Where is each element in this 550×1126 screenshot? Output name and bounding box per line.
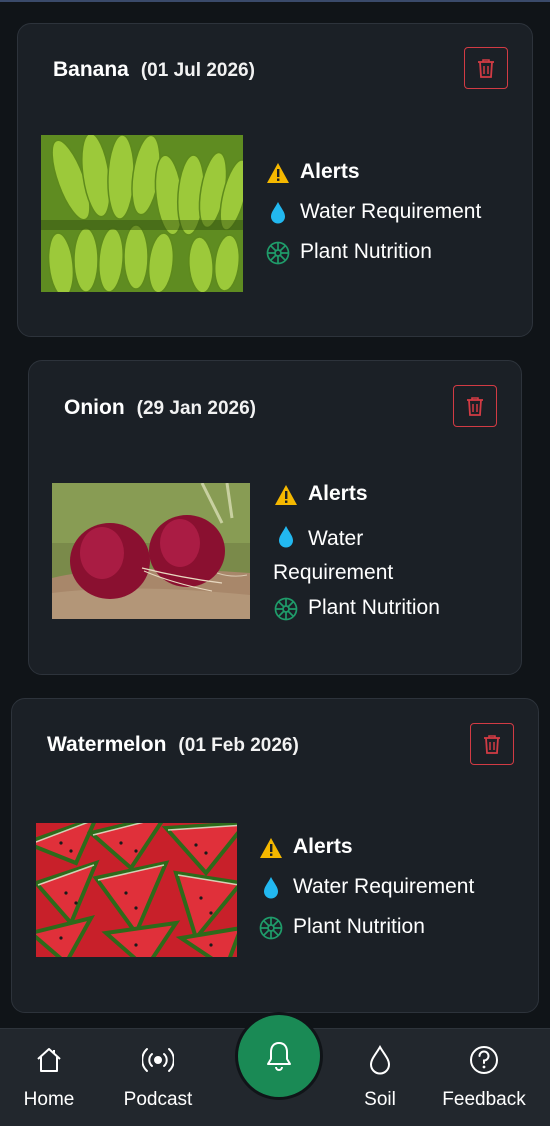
nav-feedback-label: Feedback <box>442 1089 526 1110</box>
trash-icon <box>484 735 500 754</box>
crop-card-banana[interactable]: Banana (01 Jul 2026) Alerts Water Requir… <box>17 23 533 337</box>
crop-name: Watermelon <box>47 733 167 756</box>
trash-icon <box>478 59 494 78</box>
water-drop-icon <box>273 524 299 550</box>
top-divider <box>0 0 550 2</box>
crop-date: (29 Jan 2026) <box>136 398 257 419</box>
podcast-icon <box>141 1043 175 1077</box>
plant-nutrition-link[interactable]: Plant Nutrition <box>273 596 440 622</box>
help-icon <box>467 1043 501 1077</box>
delete-button[interactable] <box>453 385 497 427</box>
plant-nutrition-link[interactable]: Plant Nutrition <box>258 915 425 941</box>
crop-date: (01 Jul 2026) <box>140 60 255 81</box>
trash-icon <box>467 397 483 416</box>
crop-date: (01 Feb 2026) <box>178 735 299 756</box>
water-drop-icon <box>258 875 284 901</box>
nutrition-flower-icon <box>273 596 299 622</box>
crop-name: Onion <box>64 396 125 419</box>
banana-photo <box>41 135 243 292</box>
delete-button[interactable] <box>464 47 508 89</box>
watermelon-photo <box>36 823 237 957</box>
plant-nutrition-label: Plant Nutrition <box>293 915 425 938</box>
warning-icon <box>258 835 284 861</box>
plant-nutrition-label: Plant Nutrition <box>308 596 440 619</box>
crop-card-watermelon[interactable]: Watermelon (01 Feb 2026) Alerts Water Re… <box>11 698 539 1013</box>
alerts-label: Alerts <box>300 160 360 183</box>
crop-title: Onion (29 Jan 2026) <box>64 396 256 420</box>
water-requirement-label: Water Requirement <box>293 875 475 898</box>
crop-name: Banana <box>53 58 129 81</box>
nav-podcast-label: Podcast <box>123 1089 193 1110</box>
water-requirement-link[interactable]: Water Requirement <box>273 522 433 590</box>
alerts-label: Alerts <box>308 482 368 505</box>
alerts-link[interactable]: Alerts <box>273 482 368 508</box>
nutrition-flower-icon <box>258 915 284 941</box>
nutrition-flower-icon <box>265 240 291 266</box>
nav-home[interactable]: Home <box>20 1043 78 1111</box>
crop-title: Watermelon (01 Feb 2026) <box>47 733 299 757</box>
plant-nutrition-label: Plant Nutrition <box>300 240 432 263</box>
soil-drop-icon <box>363 1043 397 1077</box>
home-icon <box>32 1043 66 1077</box>
nav-home-label: Home <box>23 1089 75 1110</box>
warning-icon <box>265 160 291 186</box>
bell-icon <box>267 1042 291 1071</box>
water-requirement-link[interactable]: Water Requirement <box>258 875 474 901</box>
plant-nutrition-link[interactable]: Plant Nutrition <box>265 240 432 266</box>
nav-feedback[interactable]: Feedback <box>440 1043 528 1111</box>
water-drop-icon <box>265 200 291 226</box>
crop-card-onion[interactable]: Onion (29 Jan 2026) Alerts Water Require… <box>28 360 522 675</box>
delete-button[interactable] <box>470 723 514 765</box>
warning-icon <box>273 482 299 508</box>
nav-soil-label: Soil <box>364 1089 396 1110</box>
nav-soil[interactable]: Soil <box>352 1043 408 1111</box>
crop-title: Banana (01 Jul 2026) <box>53 58 255 82</box>
alerts-link[interactable]: Alerts <box>258 835 353 861</box>
water-requirement-label: Water Requirement <box>300 200 482 223</box>
onion-photo <box>52 483 250 619</box>
notifications-button[interactable] <box>238 1015 320 1097</box>
alerts-link[interactable]: Alerts <box>265 160 360 186</box>
nav-podcast[interactable]: Podcast <box>120 1043 196 1111</box>
water-requirement-link[interactable]: Water Requirement <box>265 200 481 226</box>
alerts-label: Alerts <box>293 835 353 858</box>
